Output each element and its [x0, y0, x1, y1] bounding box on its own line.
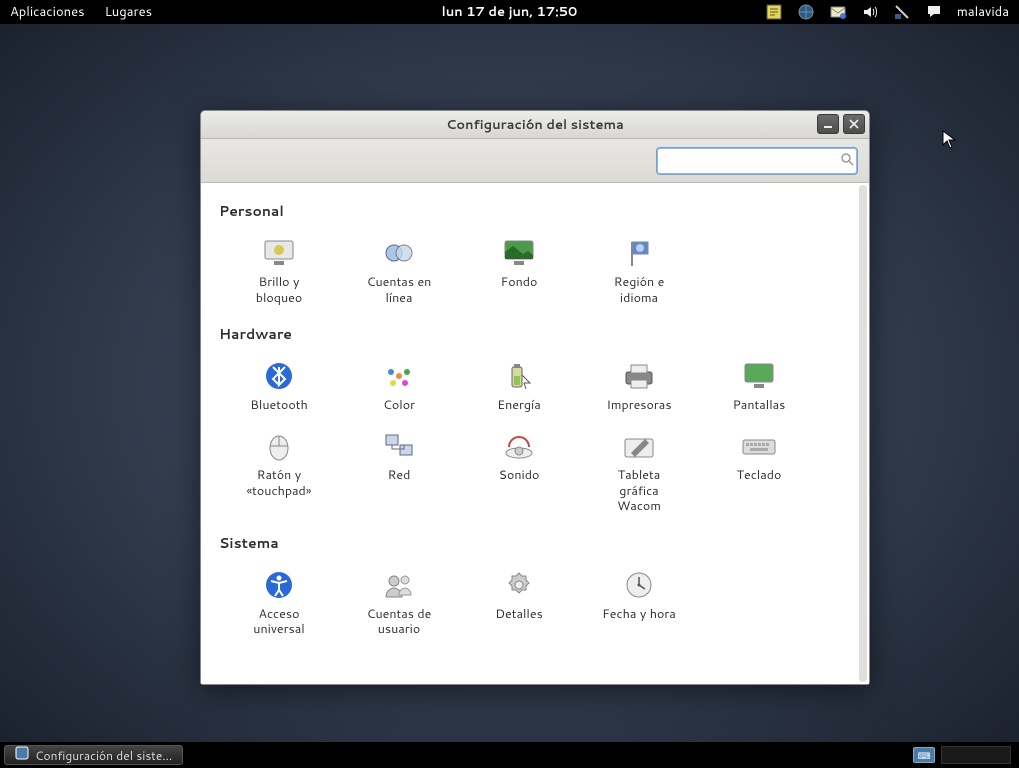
item-details[interactable]: Detalles: [459, 561, 579, 642]
mouse-cursor: [942, 130, 958, 156]
color-icon: [343, 358, 455, 394]
item-color[interactable]: Color: [339, 352, 459, 418]
volume-icon[interactable]: [861, 3, 879, 21]
item-label: Brillo y bloqueo: [223, 275, 335, 306]
keyboard-icon: [703, 428, 815, 464]
item-label: Acceso universal: [223, 607, 335, 638]
universal-access-icon: [223, 567, 335, 603]
places-menu[interactable]: Lugares: [95, 3, 162, 21]
wacom-icon: [583, 428, 695, 464]
item-user-accounts[interactable]: Cuentas de usuario: [339, 561, 459, 642]
item-label: Tableta gráfica Wacom: [583, 468, 695, 515]
section-personal-grid: Brillo y bloqueo Cuentas en línea Fondo …: [219, 229, 861, 310]
region-language-icon: [583, 235, 695, 271]
item-universal-access[interactable]: Acceso universal: [219, 561, 339, 642]
toolbar: [201, 139, 869, 183]
item-date-time[interactable]: Fecha y hora: [579, 561, 699, 642]
task-button-system-settings[interactable]: Configuración del siste…: [4, 745, 183, 765]
item-displays[interactable]: Pantallas: [699, 352, 819, 418]
section-hardware-grid: Bluetooth Color Energía Impresoras: [219, 352, 861, 519]
chat-icon[interactable]: [925, 3, 943, 21]
window-titlebar[interactable]: Configuración del sistema: [201, 111, 869, 139]
item-region-language[interactable]: Región e idioma: [579, 229, 699, 310]
system-settings-window: Configuración del sistema Personal: [200, 110, 870, 685]
task-app-icon: [15, 746, 29, 764]
section-system-title: Sistema: [219, 533, 861, 553]
item-label: Fecha y hora: [583, 607, 695, 623]
search-field[interactable]: [657, 148, 857, 174]
item-label: Ratón y «touchpad»: [223, 468, 335, 499]
printers-icon: [583, 358, 695, 394]
sound-icon: [463, 428, 575, 464]
item-label: Teclado: [703, 468, 815, 484]
close-button[interactable]: [843, 114, 865, 134]
item-wacom[interactable]: Tableta gráfica Wacom: [579, 422, 699, 519]
background-icon: [463, 235, 575, 271]
item-bluetooth[interactable]: Bluetooth: [219, 352, 339, 418]
minimize-button[interactable]: [817, 114, 839, 134]
item-label: Color: [343, 398, 455, 414]
item-label: Energía: [463, 398, 575, 414]
search-input[interactable]: [664, 153, 840, 168]
bottom-panel: Configuración del siste… ⌨: [0, 742, 1019, 768]
item-label: Cuentas en línea: [343, 275, 455, 306]
clock[interactable]: lun 17 de jun, 17:50: [442, 3, 578, 21]
accessibility-icon[interactable]: [893, 3, 911, 21]
network-icon: [343, 428, 455, 464]
online-accounts-icon: [343, 235, 455, 271]
task-label: Configuración del siste…: [35, 747, 172, 764]
item-label: Detalles: [463, 607, 575, 623]
item-label: Pantallas: [703, 398, 815, 414]
item-label: Región e idioma: [583, 275, 695, 306]
item-label: Fondo: [463, 275, 575, 291]
item-label: Cuentas de usuario: [343, 607, 455, 638]
applications-menu[interactable]: Aplicaciones: [0, 3, 95, 21]
energy-icon: [463, 358, 575, 394]
section-personal-title: Personal: [219, 201, 861, 221]
item-brightness-lock[interactable]: Brillo y bloqueo: [219, 229, 339, 310]
bluetooth-icon: [223, 358, 335, 394]
item-label: Sonido: [463, 468, 575, 484]
section-system-grid: Acceso universal Cuentas de usuario Deta…: [219, 561, 861, 642]
item-energy[interactable]: Energía: [459, 352, 579, 418]
network-icon[interactable]: [797, 3, 815, 21]
date-time-icon: [583, 567, 695, 603]
item-printers[interactable]: Impresoras: [579, 352, 699, 418]
brightness-lock-icon: [223, 235, 335, 271]
keyboard-layout-indicator[interactable]: ⌨: [913, 747, 935, 763]
section-hardware-title: Hardware: [219, 324, 861, 344]
mouse-icon: [223, 428, 335, 464]
item-keyboard[interactable]: Teclado: [699, 422, 819, 519]
details-icon: [463, 567, 575, 603]
item-mouse-touchpad[interactable]: Ratón y «touchpad»: [219, 422, 339, 519]
mail-icon[interactable]: [829, 3, 847, 21]
user-menu[interactable]: malavida: [957, 3, 1009, 21]
top-panel: Aplicaciones Lugares lun 17 de jun, 17:5…: [0, 0, 1019, 24]
item-label: Impresoras: [583, 398, 695, 414]
workspace-switcher[interactable]: [941, 746, 1011, 764]
settings-content: Personal Brillo y bloqueo Cuentas en lín…: [201, 183, 869, 684]
window-title: Configuración del sistema: [201, 116, 869, 134]
item-network[interactable]: Red: [339, 422, 459, 519]
notes-icon[interactable]: [765, 3, 783, 21]
displays-icon: [703, 358, 815, 394]
item-label: Bluetooth: [223, 398, 335, 414]
item-sound[interactable]: Sonido: [459, 422, 579, 519]
item-label: Red: [343, 468, 455, 484]
item-online-accounts[interactable]: Cuentas en línea: [339, 229, 459, 310]
user-accounts-icon: [343, 567, 455, 603]
search-icon: [840, 149, 854, 172]
item-background[interactable]: Fondo: [459, 229, 579, 310]
scrollbar[interactable]: [859, 185, 867, 682]
